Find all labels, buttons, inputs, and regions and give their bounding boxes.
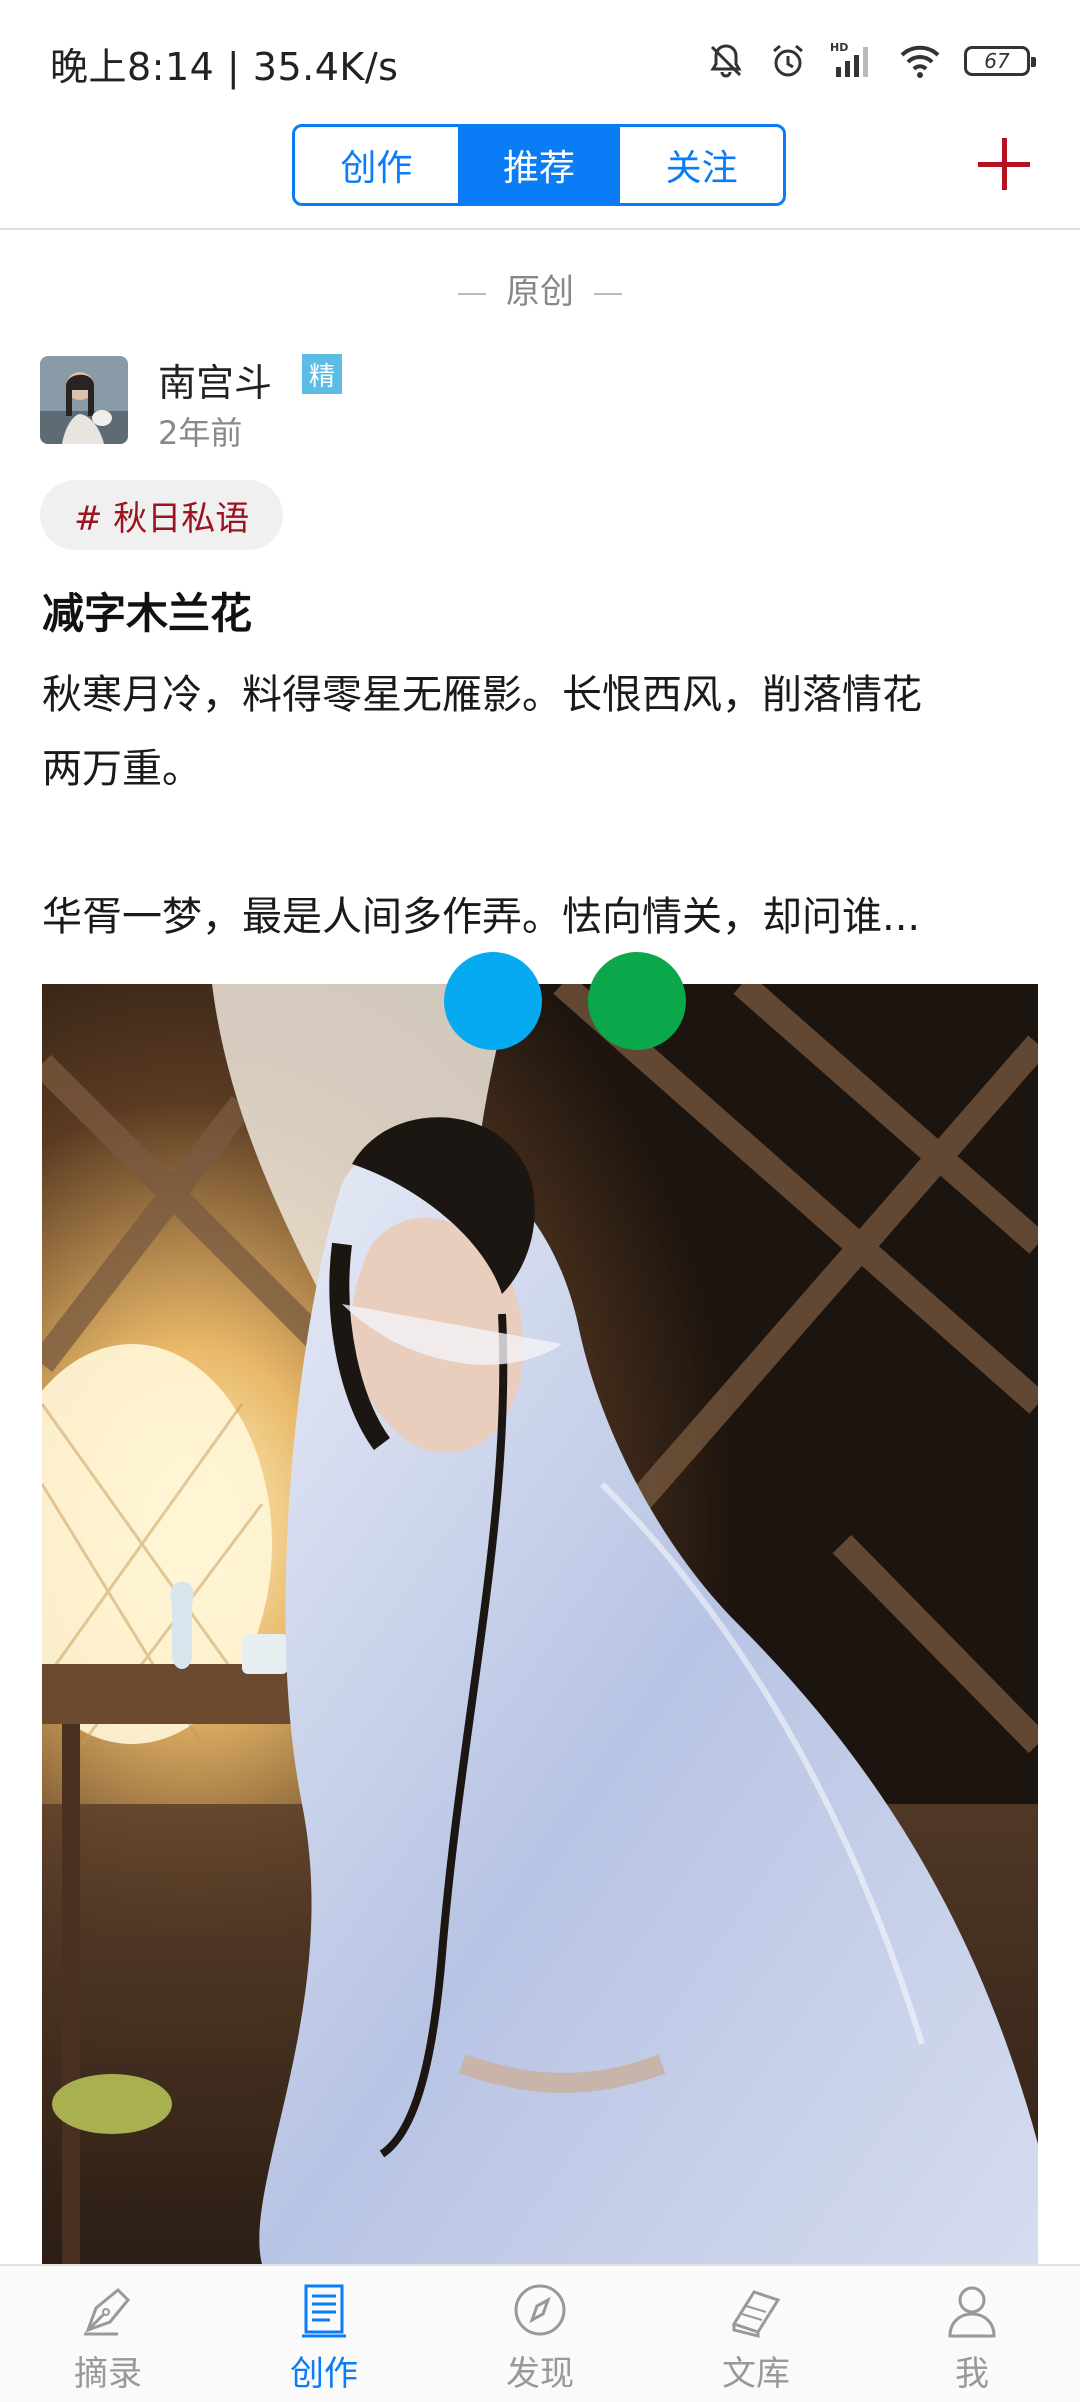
bell-muted-icon — [710, 44, 742, 78]
status-time-speed: 晚上8:14 | 35.4K/s — [50, 45, 399, 89]
tab-recommend[interactable]: 推荐 — [457, 127, 621, 203]
status-icons: HD 67 — [706, 36, 1036, 86]
feed-segmented-control: 创作 推荐 关注 — [292, 124, 786, 206]
section-label: 原创 — [506, 272, 574, 312]
bottom-nav-create[interactable]: 创作 — [216, 2266, 432, 2402]
bottom-nav-discover[interactable]: 发现 — [432, 2266, 648, 2402]
signal-icon: HD — [830, 41, 868, 77]
post-body[interactable]: 秋寒月冷，料得零星无雁影。长恨西风，削落情花 两万重。 华胥一梦，最是人间多作弄… — [42, 658, 1042, 954]
featured-badge: 精 — [302, 354, 342, 394]
bottom-nav-label: 创作 — [290, 2354, 358, 2394]
bottom-nav-label: 发现 — [506, 2354, 574, 2394]
bottom-nav-label: 文库 — [722, 2354, 790, 2394]
alarm-icon — [773, 44, 803, 77]
compass-icon — [514, 2284, 566, 2336]
svg-text:HD: HD — [830, 41, 848, 54]
original-section-label: 原创 — [0, 264, 1080, 313]
top-nav: 创作 推荐 关注 — [0, 120, 1080, 230]
topic-tag[interactable]: # 秋日私语 — [40, 480, 284, 550]
wifi-icon — [900, 45, 940, 78]
plus-icon[interactable] — [978, 138, 1030, 190]
post-line: 华胥一梦，最是人间多作弄。怯向情关，却问谁... — [42, 894, 921, 940]
bottom-nav: 摘录 创作 发现 文库 我 — [0, 2264, 1080, 2402]
bottom-nav-label: 我 — [955, 2354, 989, 2394]
floating-dot-green[interactable] — [588, 952, 686, 1050]
post-line: 两万重。 — [42, 746, 202, 792]
status-bar: 晚上8:14 | 35.4K/s HD 67 — [0, 0, 1080, 120]
bottom-nav-excerpt[interactable]: 摘录 — [0, 2266, 216, 2402]
document-icon — [302, 2284, 346, 2338]
bottom-nav-me[interactable]: 我 — [864, 2266, 1080, 2402]
post-line-blank — [42, 806, 1042, 880]
tab-follow[interactable]: 关注 — [620, 127, 783, 203]
floating-dot-blue[interactable] — [444, 952, 542, 1050]
post-title[interactable]: 减字木兰花 — [42, 580, 252, 641]
post-time: 2年前 — [158, 414, 243, 452]
battery-icon: 67 — [964, 46, 1036, 76]
author-name[interactable]: 南宫斗 — [158, 352, 272, 407]
divider-left — [458, 292, 486, 295]
books-icon — [731, 2290, 781, 2338]
post-line: 秋寒月冷，料得零星无雁影。长恨西风，削落情花 — [42, 672, 922, 718]
divider-right — [594, 292, 622, 295]
post-image[interactable] — [42, 984, 1038, 2264]
user-icon — [948, 2286, 996, 2338]
avatar[interactable] — [40, 356, 128, 444]
bottom-nav-label: 摘录 — [74, 2354, 142, 2394]
pen-nib-icon — [84, 2287, 131, 2336]
bottom-nav-library[interactable]: 文库 — [648, 2266, 864, 2402]
tab-create[interactable]: 创作 — [295, 127, 458, 203]
